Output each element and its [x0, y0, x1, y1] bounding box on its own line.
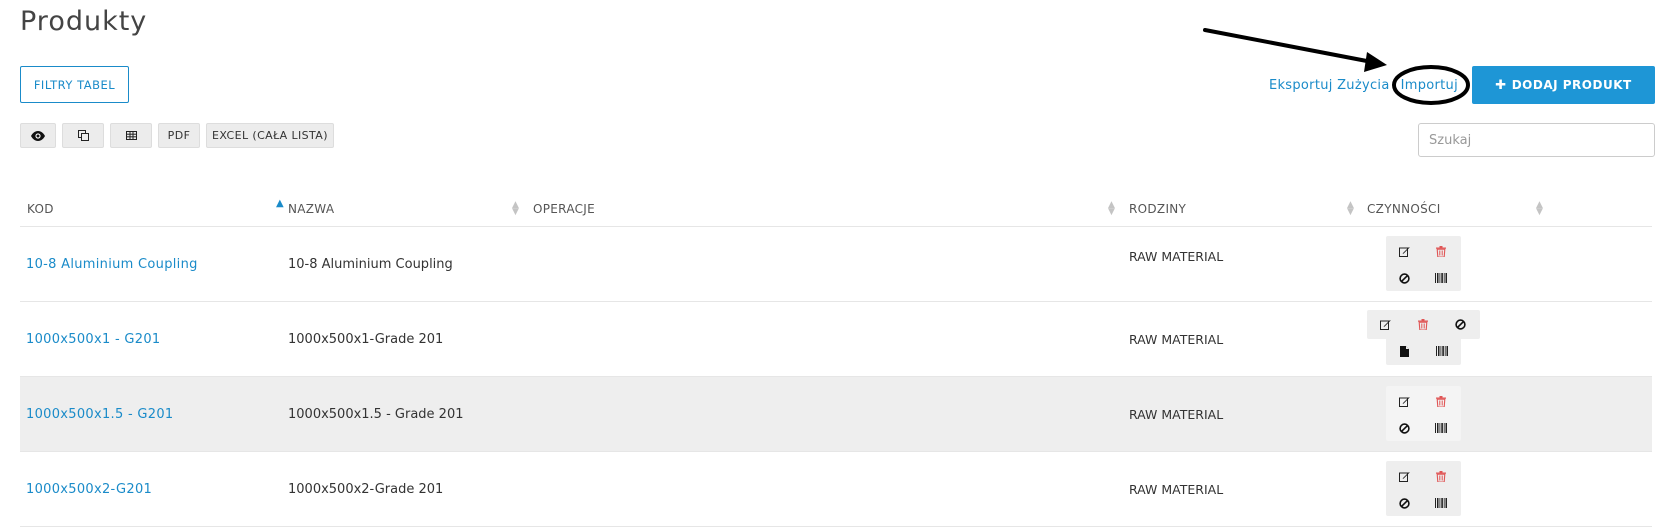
trash-icon[interactable]: [1409, 313, 1437, 335]
column-header-name[interactable]: NAZWA: [288, 190, 334, 227]
column-visibility-button[interactable]: [20, 123, 56, 148]
product-name: 10-8 Aluminium Coupling: [288, 257, 453, 272]
edit-icon[interactable]: [1390, 390, 1418, 412]
table-header: KOD ▲ NAZWA ▲ ▼ OPERACJE ▲ ▼ RODZINY ▲ ▼ CZ…: [20, 190, 1652, 227]
disable-icon[interactable]: [1390, 267, 1418, 289]
import-link[interactable]: Importuj: [1401, 78, 1458, 93]
product-name: 1000x500x1-Grade 201: [288, 332, 444, 347]
product-name: 1000x500x2-Grade 201: [288, 482, 444, 497]
add-product-button[interactable]: ✚ DODAJ PRODUKT: [1472, 66, 1655, 104]
export-usage-link[interactable]: Eksportuj Zużycia: [1269, 78, 1390, 93]
csv-button[interactable]: [110, 123, 152, 148]
search-input[interactable]: [1418, 123, 1655, 157]
product-code-link[interactable]: 1000x500x1 - G201: [26, 302, 161, 377]
product-name: 1000x500x1.5 - Grade 201: [288, 407, 464, 422]
disable-icon[interactable]: [1390, 492, 1418, 514]
trash-icon[interactable]: [1427, 465, 1455, 487]
sort-icon: ▲ ▼: [1347, 200, 1354, 217]
product-family: RAW MATERIAL: [1129, 407, 1224, 422]
product-family: RAW MATERIAL: [1129, 249, 1224, 264]
product-code-link[interactable]: 1000x500x2-G201: [26, 452, 152, 527]
sort-icon: ▲ ▼: [1536, 200, 1543, 217]
copy-button[interactable]: [62, 123, 104, 148]
barcode-icon[interactable]: [1427, 267, 1455, 289]
pdf-button[interactable]: PDF: [158, 123, 200, 148]
add-product-label: DODAJ PRODUKT: [1511, 78, 1632, 92]
excel-full-list-button[interactable]: EXCEL (CAŁA LISTA): [206, 123, 334, 148]
page-title: Produkty: [20, 6, 148, 37]
eye-icon: [31, 130, 45, 141]
table-row: 1000x500x1 - G201 1000x500x1-Grade 201 R…: [20, 302, 1652, 377]
trash-icon[interactable]: [1427, 390, 1455, 412]
table-row: 1000x500x2-G201 1000x500x2-Grade 201 RAW…: [20, 452, 1652, 527]
copy-icon: [77, 130, 89, 141]
plus-icon: ✚: [1495, 77, 1507, 93]
column-header-actions[interactable]: CZYNNOŚCI: [1367, 190, 1441, 227]
table-icon: [125, 131, 137, 140]
product-code-link[interactable]: 1000x500x1.5 - G201: [26, 377, 174, 452]
export-buttons: PDF EXCEL (CAŁA LISTA): [20, 123, 334, 148]
barcode-icon[interactable]: [1428, 340, 1456, 362]
sort-asc-icon: ▲: [276, 198, 284, 209]
table-row: 10-8 Aluminium Coupling 10-8 Aluminium C…: [20, 227, 1652, 302]
edit-icon[interactable]: [1371, 313, 1399, 335]
column-header-operations[interactable]: OPERACJE: [533, 190, 595, 227]
edit-icon[interactable]: [1390, 465, 1418, 487]
product-family: RAW MATERIAL: [1129, 332, 1224, 347]
sort-icon: ▲ ▼: [512, 200, 519, 217]
barcode-icon[interactable]: [1427, 417, 1455, 439]
column-header-families[interactable]: RODZINY: [1129, 190, 1186, 227]
file-icon[interactable]: [1390, 340, 1418, 362]
product-family: RAW MATERIAL: [1129, 482, 1224, 497]
sort-icon: ▲ ▼: [1108, 200, 1115, 217]
disable-icon[interactable]: [1390, 417, 1418, 439]
trash-icon[interactable]: [1427, 240, 1455, 262]
product-code-link[interactable]: 10-8 Aluminium Coupling: [26, 227, 198, 302]
edit-icon[interactable]: [1390, 240, 1418, 262]
disable-icon[interactable]: [1446, 313, 1474, 335]
table-row: 1000x500x1.5 - G201 1000x500x1.5 - Grade…: [20, 377, 1652, 452]
products-table: KOD ▲ NAZWA ▲ ▼ OPERACJE ▲ ▼ RODZINY ▲ ▼ CZ…: [20, 190, 1652, 527]
top-actions: Eksportuj Zużycia Importuj ✚ DODAJ PRODU…: [1269, 66, 1655, 104]
table-filters-button[interactable]: FILTRY TABEL: [20, 66, 129, 103]
barcode-icon[interactable]: [1427, 492, 1455, 514]
column-header-code[interactable]: KOD: [27, 190, 54, 227]
